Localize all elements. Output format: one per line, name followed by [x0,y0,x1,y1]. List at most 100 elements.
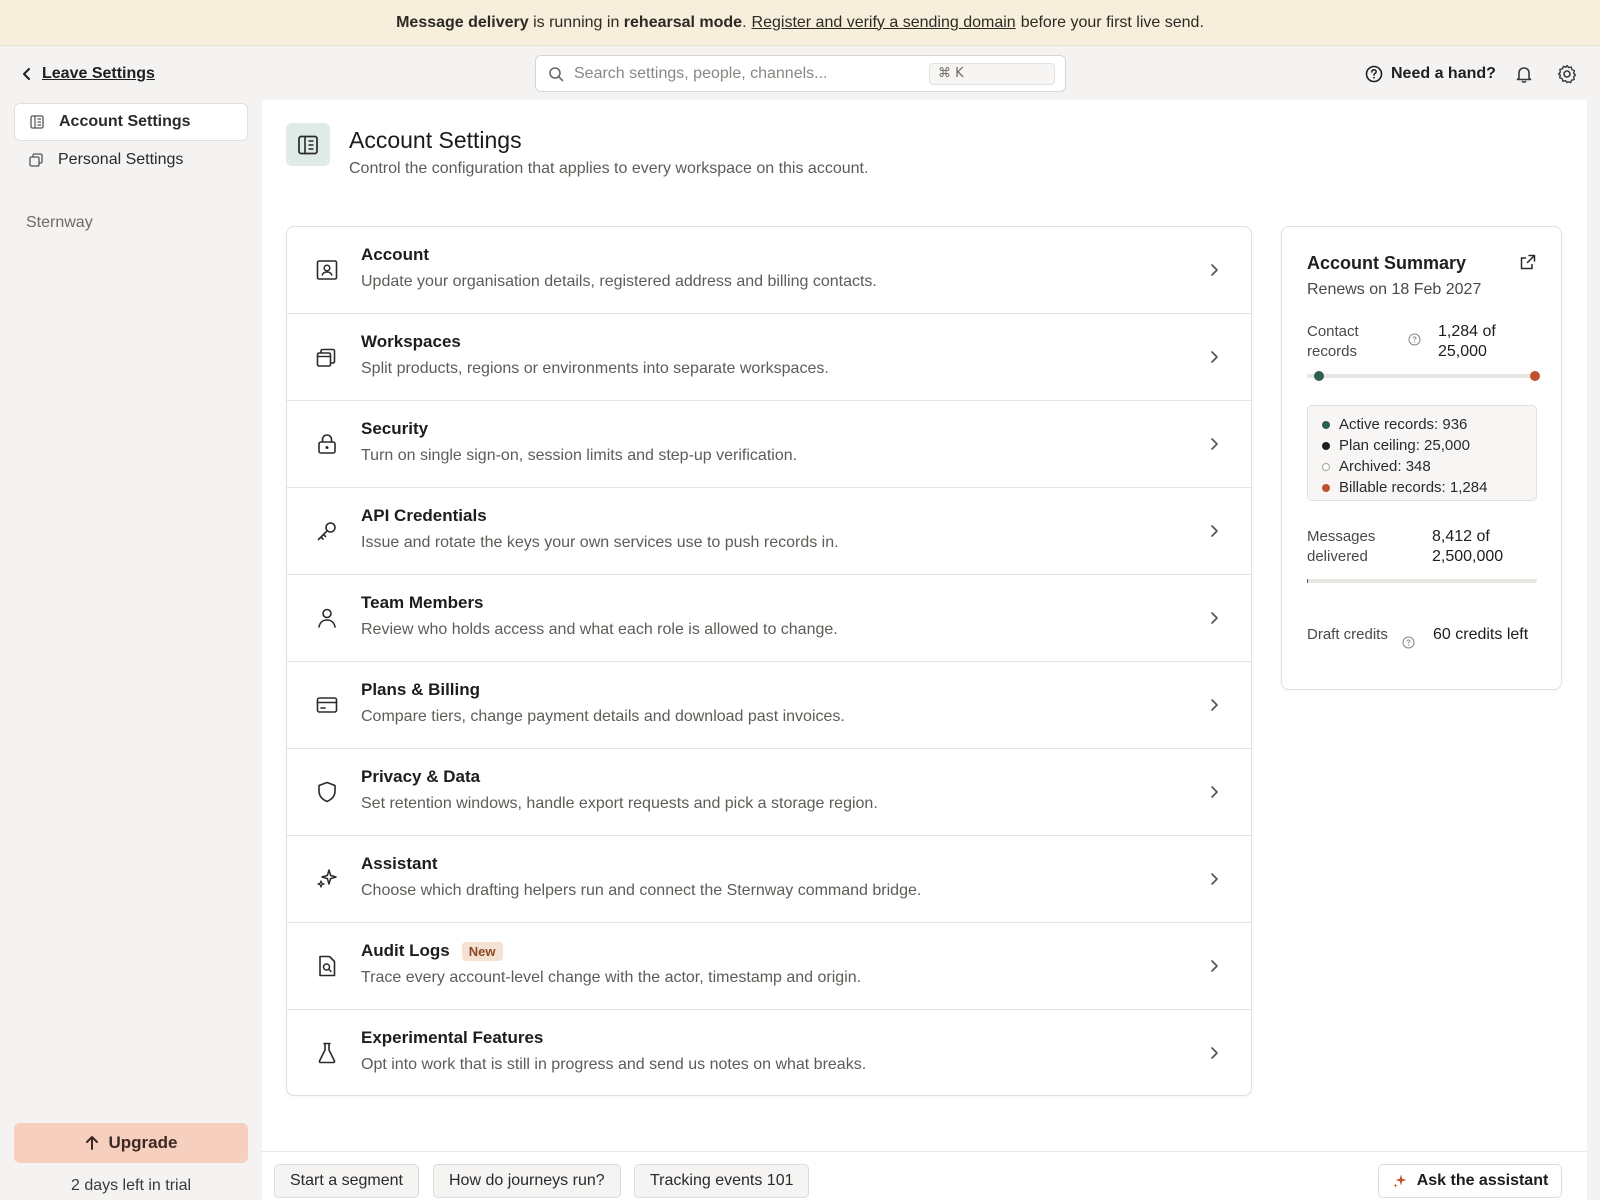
settings-row-description: Review who holds access and what each ro… [361,621,838,638]
settings-row-description: Update your organisation details, regist… [361,273,877,290]
announcement-banner: Message delivery is running in rehearsal… [0,0,1600,46]
legend-dot [1322,483,1330,492]
contacts-label: Contact records [1307,323,1359,360]
ask-assistant-button[interactable]: Ask the assistant [1378,1164,1562,1198]
settings-row-title: Workspaces [361,332,461,351]
banner-text-1: is running in [528,13,624,31]
settings-row-title: Account [361,245,429,264]
contacts-usage-marker [1313,371,1324,381]
legend-label: Archived: 348 [1339,458,1431,475]
page-subtitle: Control the configuration that applies t… [349,160,869,177]
leave-settings-link[interactable]: Leave Settings [20,60,155,88]
user-icon [318,608,336,628]
flask-icon [318,1042,336,1064]
upgrade-button[interactable]: Upgrade [14,1123,248,1163]
page-title: Account Settings [349,127,522,153]
settings-row-description: Issue and rotate the keys your own servi… [361,534,839,551]
settings-row-description: Turn on single sign-on, session limits a… [361,447,798,464]
settings-button[interactable] [1555,62,1579,86]
messages-usage-fill [1307,579,1308,583]
copy-icon [29,153,43,167]
legend-item: Archived: 348 [1322,456,1536,477]
credits-value: 60 credits left [1433,626,1529,643]
chevron-right-icon [1211,786,1218,798]
register-domain-link[interactable]: Register and verify a sending domain [752,14,1016,32]
settings-row-title: Experimental Features [361,1028,544,1047]
search-bar[interactable]: ⌘ K [535,55,1066,92]
settings-row-team-members[interactable]: Team Members Review who holds access and… [287,575,1251,662]
legend-item: Plan ceiling: 25,000 [1322,435,1536,456]
settings-row-description: Choose which drafting helpers run and co… [361,882,922,899]
credit-card-icon [316,697,338,713]
trial-status: 2 days left in trial [70,1177,192,1194]
info-icon[interactable] [1408,333,1421,346]
sidebar-item-label: Account Settings [59,113,191,130]
contacts-value: 1,284 of 25,000 [1438,323,1496,360]
renewal-date: Renews on 18 Feb 2027 [1307,281,1482,298]
settings-row-title: Privacy & Data [361,767,481,786]
new-badge: New [461,941,503,961]
messages-usage-bar [1307,579,1537,583]
help-button[interactable]: Need a hand? [1365,60,1496,88]
help-label: Need a hand? [1391,65,1496,82]
banner-text-2: . [742,13,747,31]
info-icon[interactable] [1402,636,1415,649]
settings-row-description: Split products, regions or environments … [361,360,829,377]
settings-row-title: Security [361,419,429,438]
leave-settings-label: Leave Settings [42,65,155,82]
chevron-right-icon [1211,612,1218,624]
search-input[interactable] [574,64,929,83]
settings-row-description: Set retention windows, handle export req… [361,795,878,812]
sidebar-item-label: Personal Settings [58,151,184,168]
sidebar-item-account-settings[interactable]: Account Settings [14,103,248,141]
id-card-icon [316,260,338,280]
legend-label: Active records: 936 [1339,416,1468,433]
settings-row-security[interactable]: Security Turn on single sign-on, session… [287,401,1251,488]
contacts-usage-bar [1307,371,1540,381]
file-search-icon [319,955,336,977]
chevron-left-icon [23,68,30,80]
contacts-legend: Active records: 936 Plan ceiling: 25,000… [1307,405,1537,501]
lock-icon [318,434,336,454]
chip-start-segment[interactable]: Start a segment [274,1164,419,1198]
search-shortcut: ⌘ K [929,62,1055,85]
sidebar-layout-icon [30,115,44,129]
summary-title: Account Summary [1307,253,1467,273]
settings-list: Account Update your organisation details… [286,226,1252,1096]
settings-row-assistant[interactable]: Assistant Choose which drafting helpers … [287,836,1251,923]
chevron-right-icon [1211,873,1218,885]
chevron-right-icon [1211,264,1218,276]
key-icon [317,522,336,541]
messages-label: Messages delivered [1307,528,1376,565]
sidebar-item-personal-settings[interactable]: Personal Settings [14,141,248,179]
chip-journeys[interactable]: How do journeys run? [433,1164,621,1198]
stacked-windows-icon [316,348,336,367]
page-icon [286,123,330,166]
legend-dot [1322,420,1330,429]
notifications-button[interactable] [1512,62,1536,86]
settings-row-description: Trace every account-level change with th… [361,969,862,986]
settings-row-privacy-data[interactable]: Privacy & Data Set retention windows, ha… [287,749,1251,836]
ask-assistant-label: Ask the assistant [1416,1172,1549,1189]
settings-row-experimental-features[interactable]: Experimental Features Opt into work that… [287,1010,1251,1095]
credits-label: Draft credits [1307,626,1388,643]
contacts-ceiling-marker [1530,371,1540,381]
sidebar-group-label: Sternway [26,214,93,231]
external-link-icon[interactable] [1519,253,1537,271]
chevron-right-icon [1211,351,1218,363]
banner-text-3: before your first live send. [1020,13,1204,31]
settings-row-title: Audit Logs [361,941,450,960]
settings-row-plans-billing[interactable]: Plans & Billing Compare tiers, change pa… [287,662,1251,749]
legend-item: Billable records: 1,284 [1322,477,1536,498]
chevron-right-icon [1211,1047,1218,1059]
settings-row-api-credentials[interactable]: API Credentials Issue and rotate the key… [287,488,1251,575]
messages-value: 8,412 of 2,500,000 [1432,528,1504,565]
settings-row-workspaces[interactable]: Workspaces Split products, regions or en… [287,314,1251,401]
sidebar-layout-icon [298,135,318,154]
sparkle-icon [1393,1174,1407,1188]
chip-tracking-events[interactable]: Tracking events 101 [634,1164,810,1198]
settings-row-description: Compare tiers, change payment details an… [361,708,845,725]
chevron-right-icon [1211,960,1218,972]
settings-row-account[interactable]: Account Update your organisation details… [287,227,1251,314]
settings-row-audit-logs[interactable]: Audit Logs New Trace every account-level… [287,923,1251,1010]
